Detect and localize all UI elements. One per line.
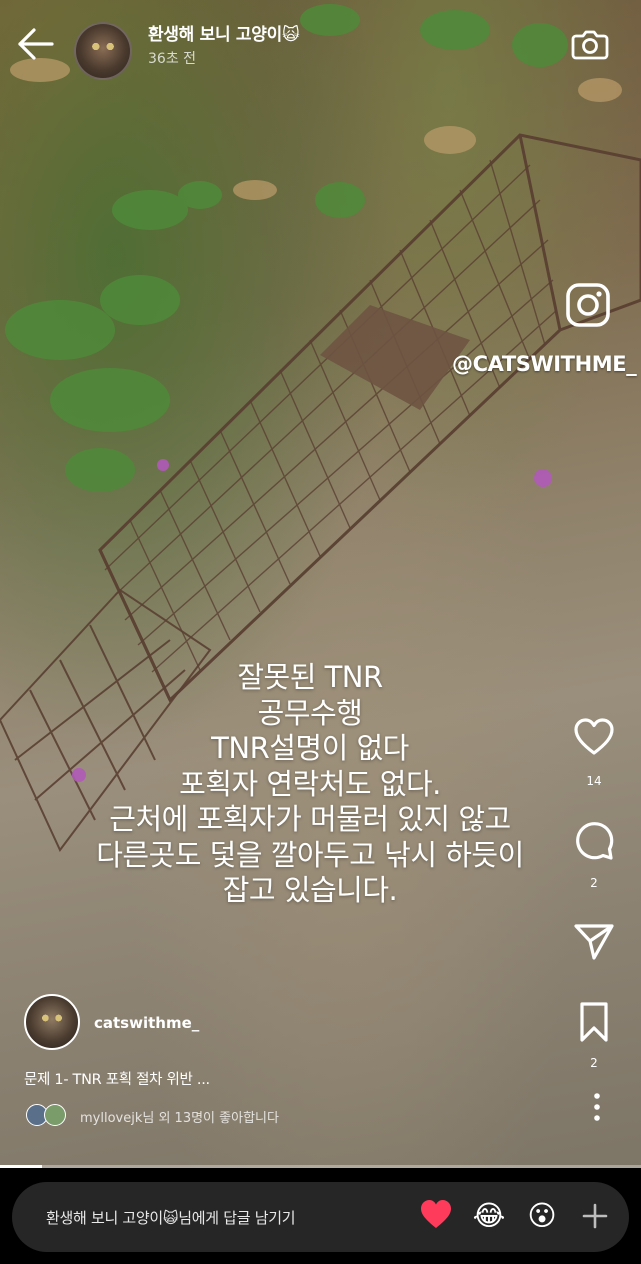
liker-avatar [44,1104,66,1126]
comment-button[interactable] [568,818,620,866]
bookmark-icon [580,1002,608,1042]
reply-placeholder: 환생해 보니 고양이🙀님에게 답글 남기기 [46,1209,296,1227]
post-caption[interactable]: 문제 1- TNR 포획 절차 위반 ... [24,1068,210,1089]
camera-icon [571,30,609,60]
laugh-reaction-button[interactable]: 😂 [471,1198,507,1234]
instagram-logo-icon [564,281,612,329]
likes-text: myllovejk님 외 13명이 좋아합니다 [80,1111,279,1126]
back-button[interactable] [14,24,58,64]
save-count: 2 [590,1056,598,1070]
send-paper-plane-icon [574,924,614,960]
more-reactions-button[interactable] [578,1199,612,1233]
overlay-line: 잘못된 TNR [237,660,383,694]
story-timestamp: 36초 전 [148,51,197,67]
story-username[interactable]: 환생해 보니 고양이🙀 [148,20,300,45]
camera-button[interactable] [570,24,610,64]
comment-count: 2 [590,876,598,890]
story-media[interactable] [0,0,641,1168]
reply-bar: 환생해 보니 고양이🙀님에게 답글 남기기 😂 😮 [0,1168,641,1264]
overlay-line: 잡고 있습니다. [222,873,398,907]
heart-icon [574,718,614,755]
overlay-line: TNR설명이 없다 [211,731,409,765]
overlay-line: 공무수행 [257,695,363,730]
red-heart-icon [421,1200,451,1228]
save-button[interactable] [568,1000,620,1048]
overlay-line: 근처에 포획자가 머물러 있지 않고 [109,802,511,836]
comment-bubble-icon [576,822,614,860]
post-author-avatar[interactable] [24,994,80,1050]
more-vertical-icon [594,1093,600,1121]
post-author-name[interactable]: catswithme_ [94,1014,199,1032]
overlay-line: 포획자 연락처도 없다. [179,766,441,801]
heart-reaction-button[interactable] [418,1198,454,1234]
trap-cage-image [0,4,641,852]
reply-input[interactable]: 환생해 보니 고양이🙀님에게 답글 남기기 😂 😮 [12,1182,629,1252]
wow-reaction-button[interactable]: 😮 [524,1198,560,1234]
arrow-left-icon [18,28,54,60]
like-count: 14 [586,774,602,788]
story-header: 환생해 보니 고양이🙀 36초 전 [0,0,641,90]
story-author-avatar[interactable] [74,22,132,80]
like-button[interactable] [568,716,620,762]
overlay-line: 다른곳도 덫을 깔아두고 낚시 하듯이 [96,837,524,872]
mention-sticker[interactable]: @CATSWITHME_ [452,352,637,376]
story-overlay-text: 잘못된 TNR 공무수행 TNR설명이 없다 포획자 연락처도 없다. 근처에 … [40,660,580,909]
more-options-button[interactable] [568,1092,620,1126]
share-button[interactable] [568,920,620,966]
plus-icon [582,1203,608,1229]
